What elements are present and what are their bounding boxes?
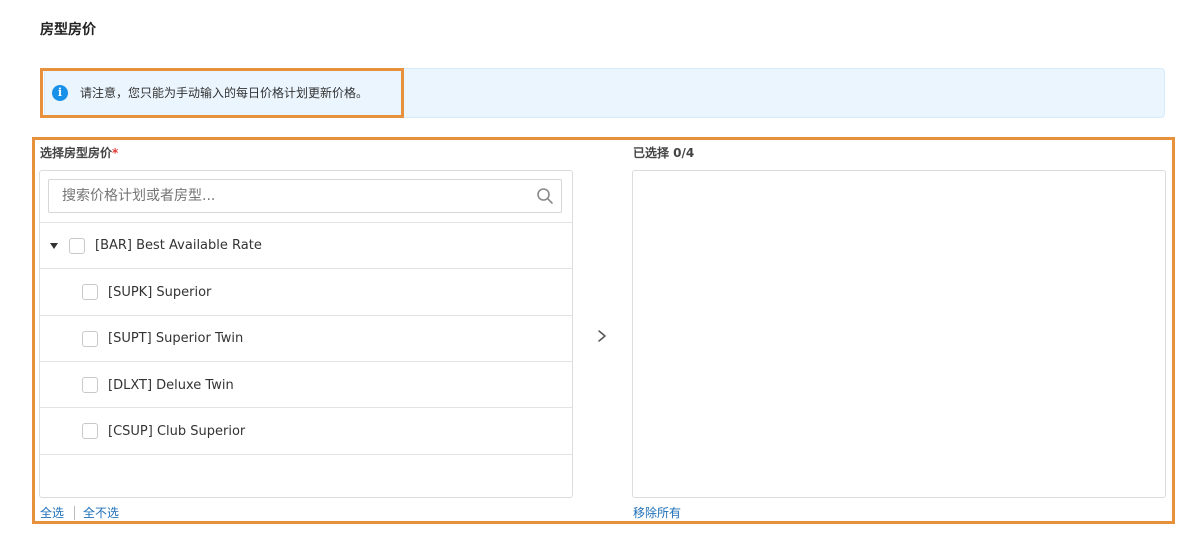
notice-highlight-box — [40, 68, 404, 118]
page-title: 房型房价 — [40, 22, 96, 38]
selector-highlight-box — [32, 137, 1175, 524]
